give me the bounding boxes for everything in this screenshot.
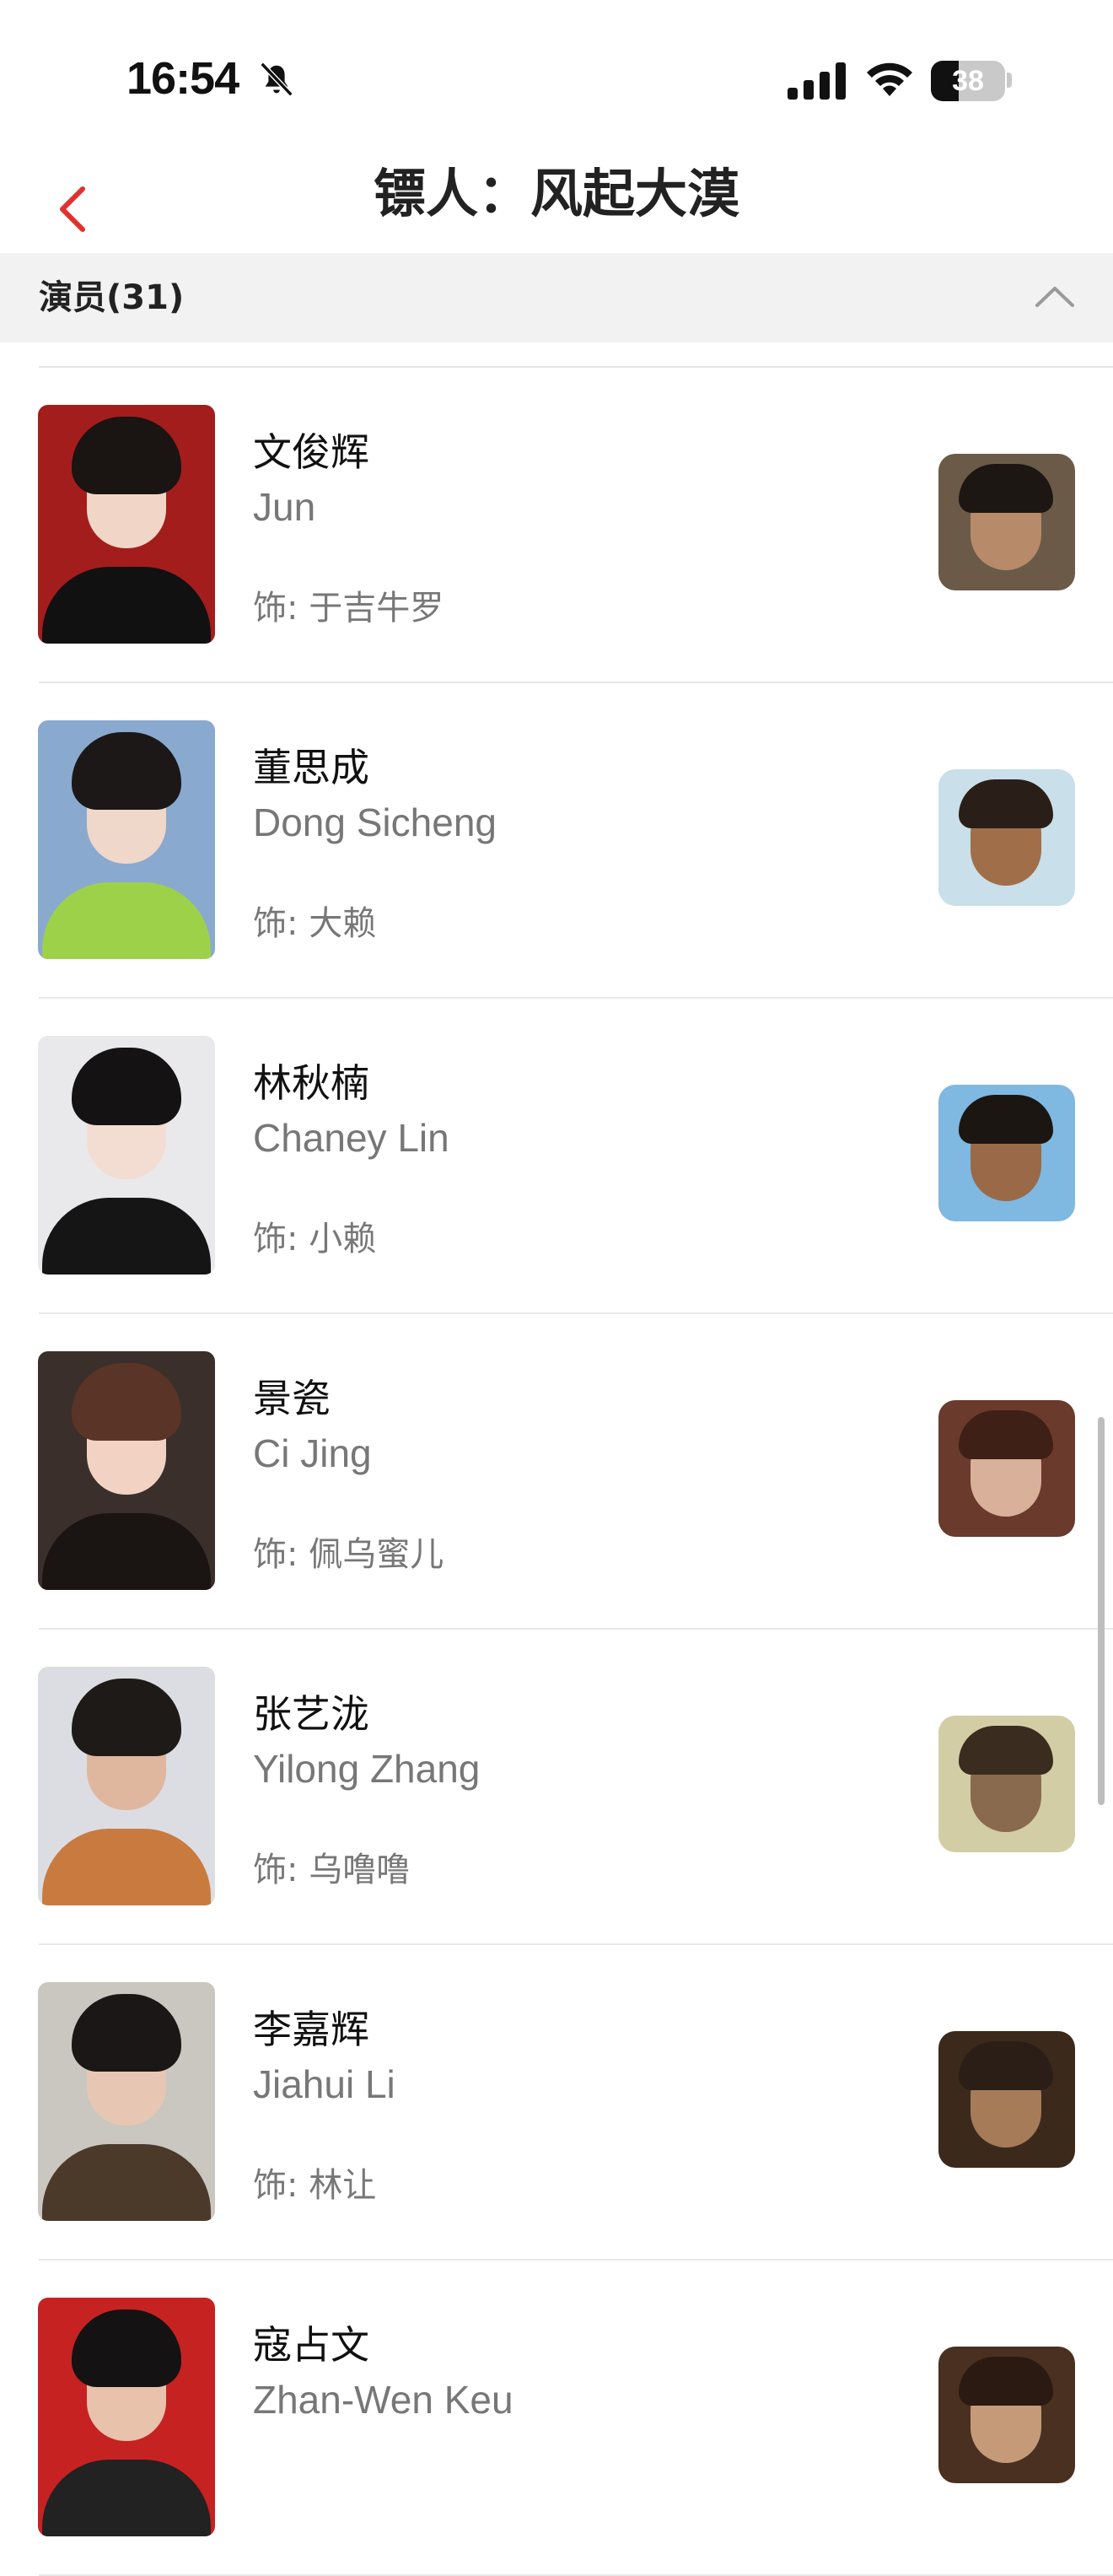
still-hair: [959, 1726, 1053, 1775]
still-hair: [959, 2357, 1053, 2406]
actor-photo[interactable]: [38, 720, 215, 959]
cast-list: 文俊辉 Jun 饰: 于吉牛罗 董思成 Dong Sicheng 饰: 大赖 林…: [0, 368, 1113, 2576]
scrollbar[interactable]: [1098, 1417, 1105, 1805]
actor-name: 景瓷: [253, 1376, 331, 1421]
character-still[interactable]: [938, 1716, 1075, 1852]
actor-name: 寇占文: [253, 2322, 369, 2368]
photo-body: [42, 1513, 211, 1590]
character-still[interactable]: [938, 1400, 1075, 1537]
cast-list-item[interactable]: 李嘉辉 Jiahui Li 饰: 林让: [0, 1945, 1113, 2261]
actor-name: 李嘉辉: [253, 2007, 369, 2052]
actor-english-name: Jun: [253, 485, 316, 529]
character-name: 饰: 小赖: [253, 1220, 377, 1258]
photo-hair: [72, 1048, 181, 1125]
cellular-signal-icon: [788, 62, 846, 100]
battery-icon: 38: [931, 61, 1005, 101]
cast-list-item[interactable]: 景瓷 Ci Jing 饰: 佩乌蜜儿: [0, 1314, 1113, 1630]
photo-hair: [72, 1679, 181, 1756]
nav-bar: 镖人：风起大漠: [0, 160, 1113, 253]
character-still[interactable]: [938, 454, 1075, 590]
actor-english-name: Jiahui Li: [253, 2062, 395, 2106]
battery-percent: 38: [952, 64, 984, 97]
character-still[interactable]: [938, 1085, 1075, 1221]
actor-photo[interactable]: [38, 1667, 215, 1905]
photo-body: [42, 2144, 211, 2221]
photo-hair: [72, 732, 181, 810]
actor-name: 林秋楠: [253, 1060, 369, 1106]
section-title: 演员(31): [39, 278, 185, 317]
status-time: 16:54: [126, 53, 239, 104]
cast-section-header[interactable]: 演员(31): [0, 253, 1113, 342]
character-name: 饰: 乌噜噜: [253, 1851, 411, 1889]
actor-photo[interactable]: [38, 2298, 215, 2536]
actor-english-name: Dong Sicheng: [253, 800, 497, 844]
bell-slash-icon: [260, 62, 293, 97]
actor-photo[interactable]: [38, 405, 215, 644]
actor-english-name: Zhan-Wen Keu: [253, 2378, 513, 2422]
actor-english-name: Yilong Zhang: [253, 1747, 481, 1791]
character-name: 饰: 大赖: [253, 904, 377, 943]
chevron-up-icon[interactable]: [1034, 278, 1076, 315]
photo-body: [42, 2460, 211, 2536]
photo-hair: [72, 2309, 181, 2387]
actor-name: 董思成: [253, 745, 369, 790]
cast-list-item[interactable]: 董思成 Dong Sicheng 饰: 大赖: [0, 683, 1113, 999]
character-still[interactable]: [938, 2031, 1075, 2168]
cast-list-item[interactable]: 文俊辉 Jun 饰: 于吉牛罗: [0, 368, 1113, 683]
battery-tip: [1007, 73, 1012, 88]
still-hair: [959, 779, 1053, 828]
cast-list-item[interactable]: 张艺泷 Yilong Zhang 饰: 乌噜噜: [0, 1630, 1113, 1945]
still-hair: [959, 1095, 1053, 1144]
actor-photo[interactable]: [38, 1982, 215, 2221]
actor-photo[interactable]: [38, 1351, 215, 1590]
wifi-icon: [867, 62, 912, 96]
actor-name: 文俊辉: [253, 429, 369, 475]
photo-body: [42, 1829, 211, 1905]
photo-body: [42, 1198, 211, 1275]
character-still[interactable]: [938, 769, 1075, 906]
still-hair: [959, 464, 1053, 513]
photo-body: [42, 882, 211, 959]
character-still[interactable]: [938, 2347, 1075, 2483]
photo-hair: [72, 417, 181, 494]
photo-hair: [72, 1363, 181, 1441]
status-bar: 16:54 38: [0, 0, 1113, 160]
cast-list-item[interactable]: 寇占文 Zhan-Wen Keu: [0, 2261, 1113, 2576]
character-name: 饰: 于吉牛罗: [253, 589, 444, 628]
still-hair: [959, 2041, 1053, 2090]
photo-hair: [72, 1994, 181, 2072]
actor-english-name: Chaney Lin: [253, 1116, 449, 1160]
character-name: 饰: 佩乌蜜儿: [253, 1535, 444, 1574]
page-title: 镖人：风起大漠: [373, 163, 739, 224]
actor-photo[interactable]: [38, 1036, 215, 1275]
still-hair: [959, 1410, 1053, 1459]
character-name: 饰: 林让: [253, 2166, 377, 2205]
actor-name: 张艺泷: [253, 1691, 369, 1737]
cast-list-item[interactable]: 林秋楠 Chaney Lin 饰: 小赖: [0, 999, 1113, 1314]
actor-english-name: Ci Jing: [253, 1431, 372, 1475]
photo-body: [42, 567, 211, 644]
